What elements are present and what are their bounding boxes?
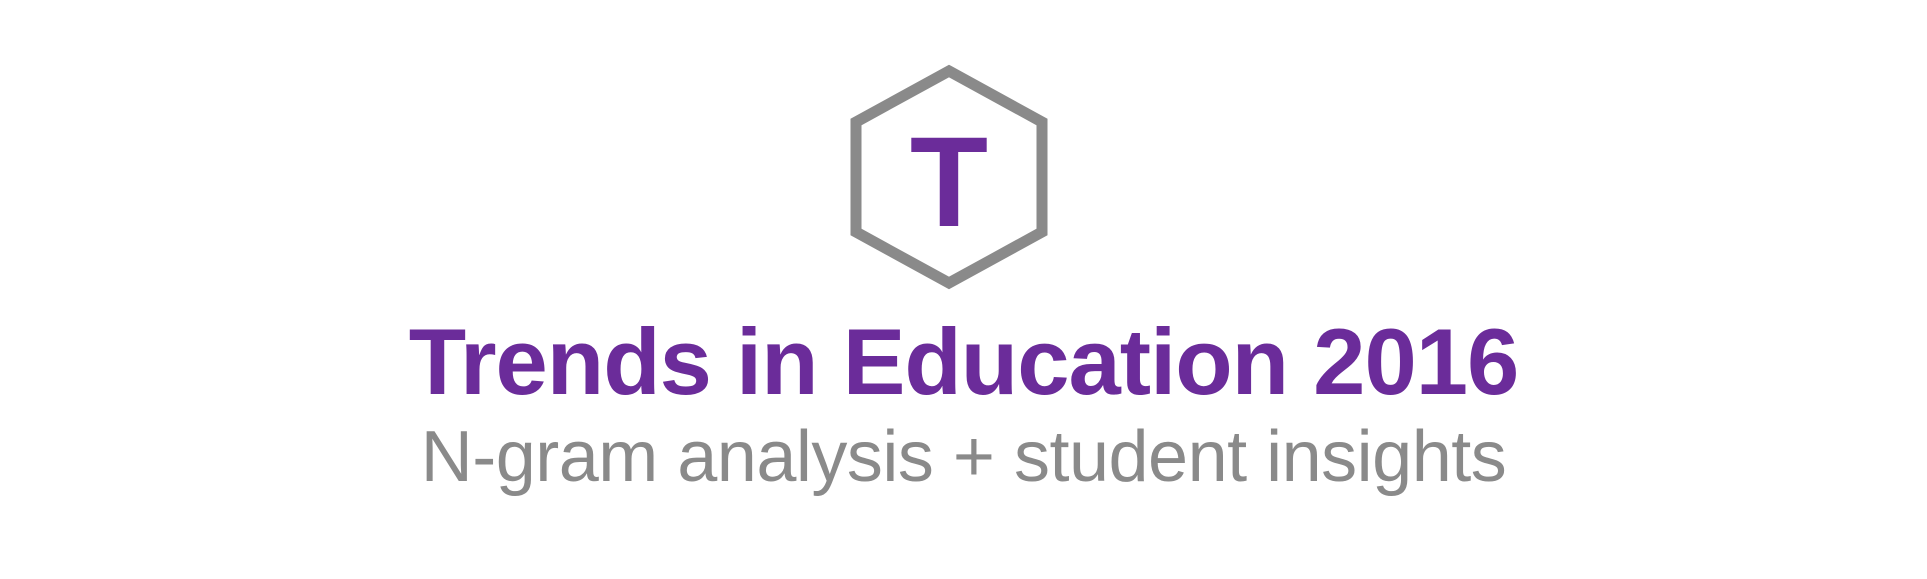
hexagon-logo-icon: T (850, 64, 1048, 290)
logo: T (847, 64, 1051, 290)
logo-letter: T (910, 111, 988, 254)
page-title: Trends in Education 2016 (408, 309, 1520, 414)
page-subtitle: N-gram analysis + student insights (420, 417, 1507, 497)
title-banner: T Trends in Education 2016 N-gram analys… (0, 0, 1927, 579)
